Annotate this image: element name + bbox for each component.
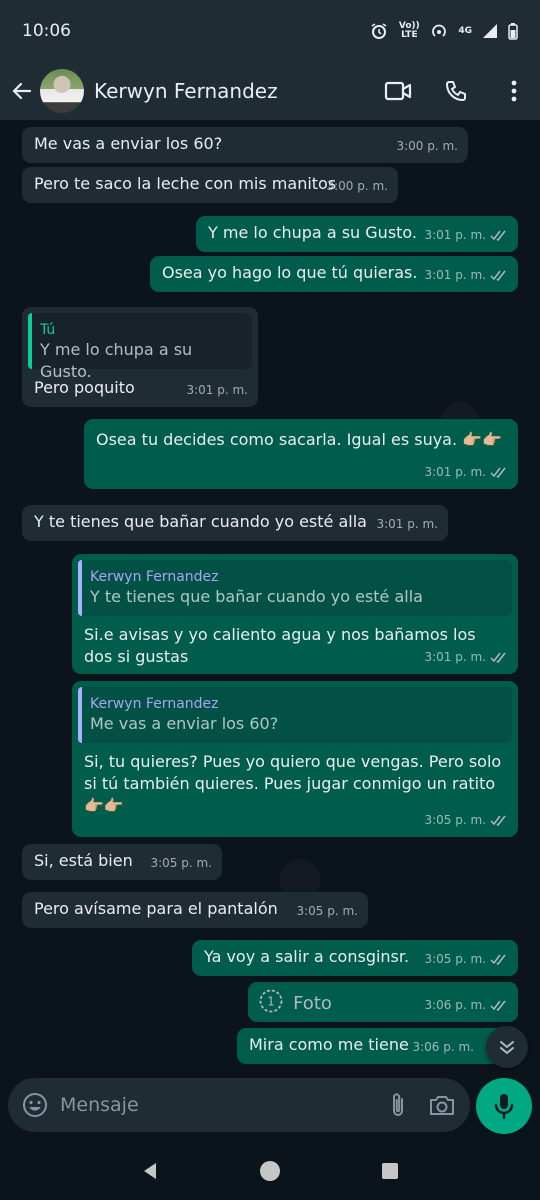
message-outgoing[interactable]: Osea tu decides como sacarla. Igual es s… — [84, 419, 518, 489]
back-button[interactable] — [4, 73, 40, 109]
view-once-icon: 1 — [258, 988, 284, 1020]
read-ticks-icon — [490, 815, 506, 826]
message-outgoing[interactable]: Mira como me tiene 3:06 p. m. — [237, 1028, 518, 1064]
message-incoming-reply[interactable]: Tú Y me lo chupa a su Gusto. Pero poquit… — [22, 307, 258, 407]
video-icon — [384, 81, 412, 101]
message-outgoing-reply[interactable]: Kerwyn Fernandez Y te tienes que bañar c… — [72, 554, 518, 674]
message-incoming[interactable]: Me vas a enviar los 60? 3:00 p. m. — [22, 127, 468, 163]
double-chevron-down-icon — [500, 1041, 514, 1055]
quote-text: Me vas a enviar los 60? — [90, 714, 279, 733]
paperclip-icon — [393, 1093, 403, 1116]
circle-home-icon — [260, 1161, 280, 1181]
message-outgoing-photo[interactable]: 1 Foto 3:06 p. m. — [248, 982, 518, 1022]
quoted-message[interactable]: Kerwyn Fernandez Y te tienes que bañar c… — [78, 560, 512, 616]
video-call-button[interactable] — [378, 71, 418, 111]
message-time: 3:01 p. m. — [186, 383, 248, 397]
more-options-button[interactable] — [494, 71, 534, 111]
attach-button[interactable] — [376, 1080, 420, 1130]
read-ticks-icon — [490, 467, 506, 478]
voice-call-button[interactable] — [436, 71, 476, 111]
message-incoming[interactable]: Pero avísame para el pantalón 3:05 p. m. — [22, 892, 368, 928]
message-text: Osea tu decides como sacarla. Igual es s… — [96, 430, 502, 449]
message-text: Pero avísame para el pantalón — [34, 899, 278, 918]
nav-back-button[interactable] — [130, 1151, 170, 1191]
camera-icon — [430, 1096, 454, 1115]
quote-text: Y me lo chupa a su Gusto. — [40, 340, 193, 381]
message-input[interactable] — [60, 1094, 376, 1116]
microphone-icon — [494, 1094, 514, 1120]
message-text: Y te tienes que bañar cuando yo esté all… — [34, 512, 367, 531]
read-ticks-icon — [490, 270, 506, 281]
message-composer — [8, 1078, 470, 1132]
read-ticks-icon — [490, 652, 506, 663]
message-text: Me vas a enviar los 60? — [34, 134, 223, 153]
message-text: Si, tu quieres? Pues yo quiero que venga… — [84, 752, 502, 815]
photo-label: Foto — [293, 993, 332, 1014]
quote-author: Kerwyn Fernandez — [90, 696, 219, 712]
message-time: 3:05 p. m. — [150, 856, 212, 870]
message-time: 3:06 p. m. — [412, 1040, 474, 1054]
message-incoming[interactable]: Pero te saco la leche con mis manitos 3:… — [22, 167, 398, 203]
status-time: 10:06 — [22, 21, 71, 41]
quoted-message[interactable]: Kerwyn Fernandez Me vas a enviar los 60? — [78, 687, 512, 743]
quote-author: Kerwyn Fernandez — [90, 569, 219, 585]
voice-message-button[interactable] — [476, 1078, 532, 1134]
message-outgoing[interactable]: Osea yo hago lo que tú quieras. 3:01 p. … — [150, 256, 518, 292]
alarm-icon — [370, 22, 388, 40]
message-time: 3:01 p. m. — [376, 517, 438, 531]
nav-home-button[interactable] — [250, 1151, 290, 1191]
square-recents-icon — [382, 1163, 398, 1179]
contact-avatar[interactable] — [40, 69, 84, 113]
system-nav-bar — [0, 1142, 540, 1200]
quoted-message[interactable]: Tú Y me lo chupa a su Gusto. — [28, 313, 252, 381]
svg-text:1: 1 — [267, 995, 275, 1009]
read-ticks-icon — [490, 1000, 506, 1011]
triangle-back-icon — [144, 1163, 156, 1179]
hotspot-icon — [430, 22, 448, 40]
message-outgoing[interactable]: Ya voy a salir a consginsr. 3:05 p. m. — [192, 940, 518, 976]
chat-header: Kerwyn Fernandez — [0, 62, 540, 120]
message-text: Si, está bien — [34, 851, 133, 870]
emoji-button[interactable] — [10, 1080, 60, 1130]
phone-icon — [445, 81, 466, 102]
nav-recents-button[interactable] — [370, 1151, 410, 1191]
read-ticks-icon — [490, 230, 506, 241]
status-bar: 10:06 Vo)) LTE 4G — [0, 0, 540, 62]
chat-area[interactable]: Me vas a enviar los 60? 3:00 p. m. Pero … — [0, 120, 540, 1078]
emoji-icon — [23, 1093, 47, 1117]
read-ticks-icon — [490, 954, 506, 965]
message-incoming[interactable]: Si, está bien 3:05 p. m. — [22, 844, 222, 880]
arrow-left-icon — [12, 82, 32, 100]
message-time: 3:01 p. m. — [424, 264, 508, 286]
quote-author: Tú — [40, 322, 56, 338]
message-time: 3:01 p. m. — [424, 224, 508, 246]
message-outgoing-reply[interactable]: Kerwyn Fernandez Me vas a enviar los 60?… — [72, 681, 518, 837]
message-text: Pero te saco la leche con mis manitos — [34, 174, 337, 193]
scroll-to-bottom-button[interactable] — [486, 1026, 528, 1068]
network-type: 4G — [458, 25, 472, 36]
message-incoming[interactable]: Y te tienes que bañar cuando yo esté all… — [22, 505, 448, 541]
message-text: Osea yo hago lo que tú quieras. — [162, 263, 418, 282]
volte-icon: Vo)) LTE — [398, 21, 420, 40]
camera-button[interactable] — [420, 1080, 464, 1130]
message-time: 3:06 p. m. — [424, 994, 508, 1016]
message-time: 3:01 p. m. — [424, 646, 508, 668]
message-time: 3:05 p. m. — [424, 948, 508, 970]
quote-text: Y te tienes que bañar cuando yo esté all… — [90, 587, 423, 606]
message-time: 3:00 p. m. — [326, 179, 388, 193]
message-time: 3:05 p. m. — [296, 904, 358, 918]
battery-icon — [508, 22, 518, 40]
message-time: 3:01 p. m. — [424, 461, 508, 483]
message-time: 3:00 p. m. — [396, 139, 458, 153]
message-outgoing[interactable]: Y me lo chupa a su Gusto. 3:01 p. m. — [196, 216, 518, 252]
status-icons: Vo)) LTE 4G — [370, 22, 518, 40]
signal-icon — [482, 23, 498, 39]
message-text: Mira como me tiene — [249, 1035, 409, 1054]
message-text: Y me lo chupa a su Gusto. — [208, 223, 418, 242]
message-time: 3:05 p. m. — [424, 809, 508, 831]
kebab-icon — [511, 80, 517, 102]
contact-name[interactable]: Kerwyn Fernandez — [94, 79, 378, 103]
message-text: Ya voy a salir a consginsr. — [204, 947, 410, 966]
